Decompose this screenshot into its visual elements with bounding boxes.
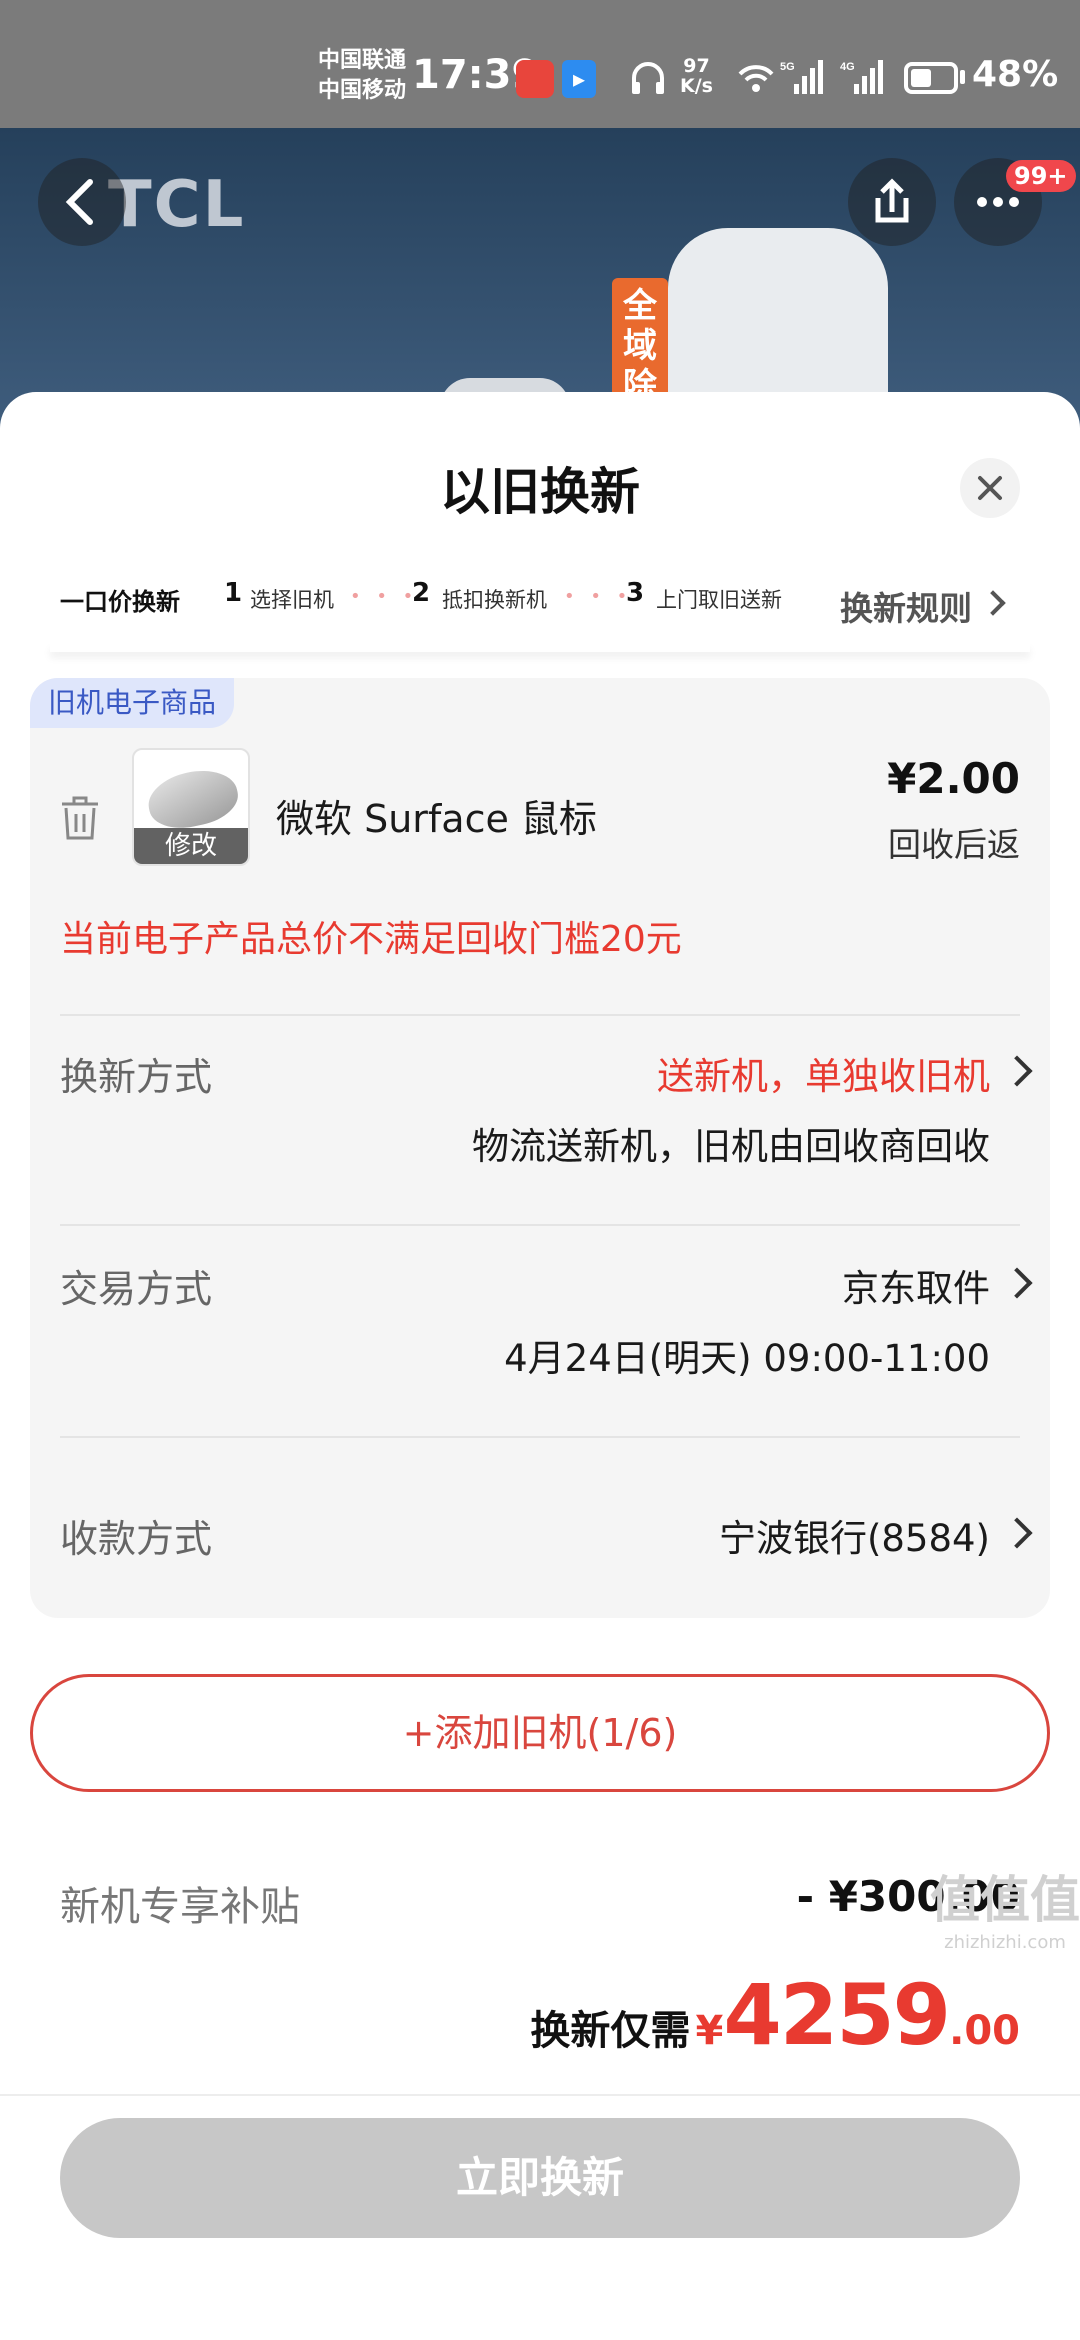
row-detail: 物流送新机，旧机由回收商回收 [472,1125,990,1168]
wifi-icon [738,65,774,92]
step-dots: • • • [564,586,633,607]
message-badge: 99+ [1006,160,1076,192]
back-button[interactable] [38,158,126,246]
status-bar: 中国联通 中国移动 17:39 ▸ 97 K/s 5G 4G 48% [0,0,1080,128]
battery-percent: 48% [972,54,1059,95]
watermark-text: 值值值 [930,1871,1080,1929]
carrier-names: 中国联通 中国移动 [318,46,406,106]
row-value: 送新机，单独收旧机 [657,1055,990,1098]
speed-value: 97 [683,55,710,77]
old-device-tag: 旧机电子商品 [30,678,235,728]
row-detail: 4月24日(明天) 09:00-11:00 [504,1337,990,1380]
edit-device-button[interactable]: 修改 [134,828,248,864]
device-name: 微软 Surface 鼠标 [276,797,597,841]
total-label: 换新仅需 [530,2008,691,2054]
total-integer: 4259 [723,1966,951,2064]
step-3-label: 上门取旧送新 [656,588,782,612]
trade-in-rules-link[interactable]: 换新规则 [840,582,1006,630]
watermark-url: zhizhizhi.com [944,1932,1066,1953]
watermark: 值值值 zhizhizhi.com [930,1860,1080,1953]
sheet-title: 以旧换新 [440,463,640,521]
network-speed: 97 K/s [680,56,713,96]
promo-tag: 全域除 [612,278,668,408]
speed-unit: K/s [680,75,713,97]
subsidy-label: 新机专享补贴 [60,1884,300,1930]
close-icon [978,476,1002,500]
step-2-number: 2 [412,578,431,608]
step-2-label: 抵扣换新机 [442,588,547,612]
battery-tip [960,70,965,84]
add-old-device-button[interactable]: +添加旧机(1/6) [30,1674,1050,1792]
carrier-1: 中国联通 [318,48,407,73]
step-1-number: 1 [224,578,243,608]
step-3-number: 3 [626,578,645,608]
step-1-label: 选择旧机 [250,588,334,612]
row-value: 京东取件 [842,1267,990,1310]
rules-label: 换新规则 [840,589,972,628]
steps-divider [50,642,1030,652]
signal-icon-2: 4G [840,60,883,94]
share-button[interactable] [848,158,936,246]
chevron-left-icon [65,179,93,225]
step-main-label: 一口价换新 [60,588,180,616]
blue-app-icon: ▸ [562,60,596,98]
currency-symbol: ¥ [695,2008,724,2054]
row-label: 交易方式 [60,1267,213,1311]
mouse-image [143,763,243,835]
divider [60,1224,1020,1226]
weibo-app-icon [516,60,554,98]
product-thumbnail[interactable]: 修改 [132,748,250,866]
chevron-right-icon [1001,1267,1033,1299]
total-price: 换新仅需 ¥4259.00 [530,1966,1020,2064]
row-value: 宁波银行(8584) [718,1517,990,1560]
signal-2-label: 4G [840,61,855,73]
step-dots: • • • [350,586,419,607]
chevron-right-icon [1001,1055,1033,1087]
total-decimal: .00 [949,2008,1020,2054]
divider [60,1014,1020,1016]
price-note: 回收后返 [888,825,1020,864]
signal-icon: 5G [780,60,823,94]
threshold-warning: 当前电子产品总价不满足回收门槛20元 [60,919,682,960]
share-icon [875,178,909,223]
brand-logo: TCL [108,168,246,242]
close-button[interactable] [960,458,1020,518]
trade-in-sheet: 以旧换新 一口价换新 1 选择旧机 • • • 2 抵扣换新机 • • • 3 … [0,392,1080,2340]
carrier-2: 中国移动 [318,78,407,103]
footer-divider [0,2094,1080,2096]
headphones-icon [632,62,664,94]
trade-in-now-button[interactable]: 立即换新 [60,2118,1020,2238]
delete-icon[interactable] [58,794,102,842]
row-label: 收款方式 [60,1517,213,1561]
chevron-right-icon [1001,1517,1033,1549]
signal-1-label: 5G [780,61,795,73]
old-device-card: 旧机电子商品 修改 微软 Surface 鼠标 ¥2.00 回收后返 当前电子产… [30,678,1050,1618]
device-price: ¥2.00 [887,754,1020,803]
battery-icon [904,62,958,94]
divider [60,1436,1020,1438]
row-label: 换新方式 [60,1055,213,1099]
